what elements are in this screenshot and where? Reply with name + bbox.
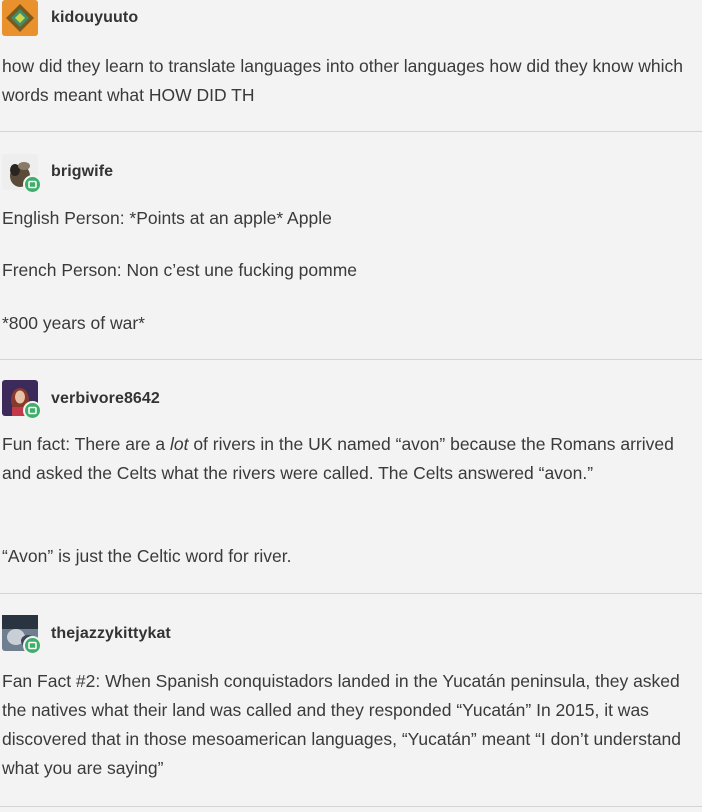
divider <box>0 131 702 132</box>
username[interactable]: kidouyuuto <box>51 9 138 27</box>
jazzykittykat-avatar-icon[interactable] <box>2 615 42 655</box>
post-text: Fun fact: There are a lot of rivers in t… <box>2 434 674 483</box>
divider <box>0 806 702 807</box>
reblog-icon <box>23 175 42 194</box>
divider <box>0 359 702 360</box>
emphasis: lot <box>169 434 189 454</box>
post-text: “Avon” is just the Celtic word for river… <box>2 546 292 566</box>
username[interactable]: brigwife <box>51 163 113 181</box>
post-text: English Person: *Points at an apple* App… <box>2 208 332 228</box>
reblog-icon <box>23 636 42 655</box>
reblog-icon <box>23 401 42 420</box>
verbivore-avatar-icon[interactable] <box>2 380 42 420</box>
brigwife-avatar-icon[interactable] <box>2 154 42 194</box>
post-text: *800 years of war* <box>2 313 145 333</box>
post-text: how did they learn to translate language… <box>2 56 683 105</box>
post-text: French Person: Non c’est une fucking pom… <box>2 260 358 280</box>
divider <box>0 593 702 594</box>
username[interactable]: thejazzykittykat <box>51 625 171 643</box>
diamond-avatar-icon[interactable] <box>2 0 38 36</box>
username[interactable]: verbivore8642 <box>51 390 160 408</box>
post-text: Fan Fact #2: When Spanish conquistadors … <box>2 671 682 778</box>
